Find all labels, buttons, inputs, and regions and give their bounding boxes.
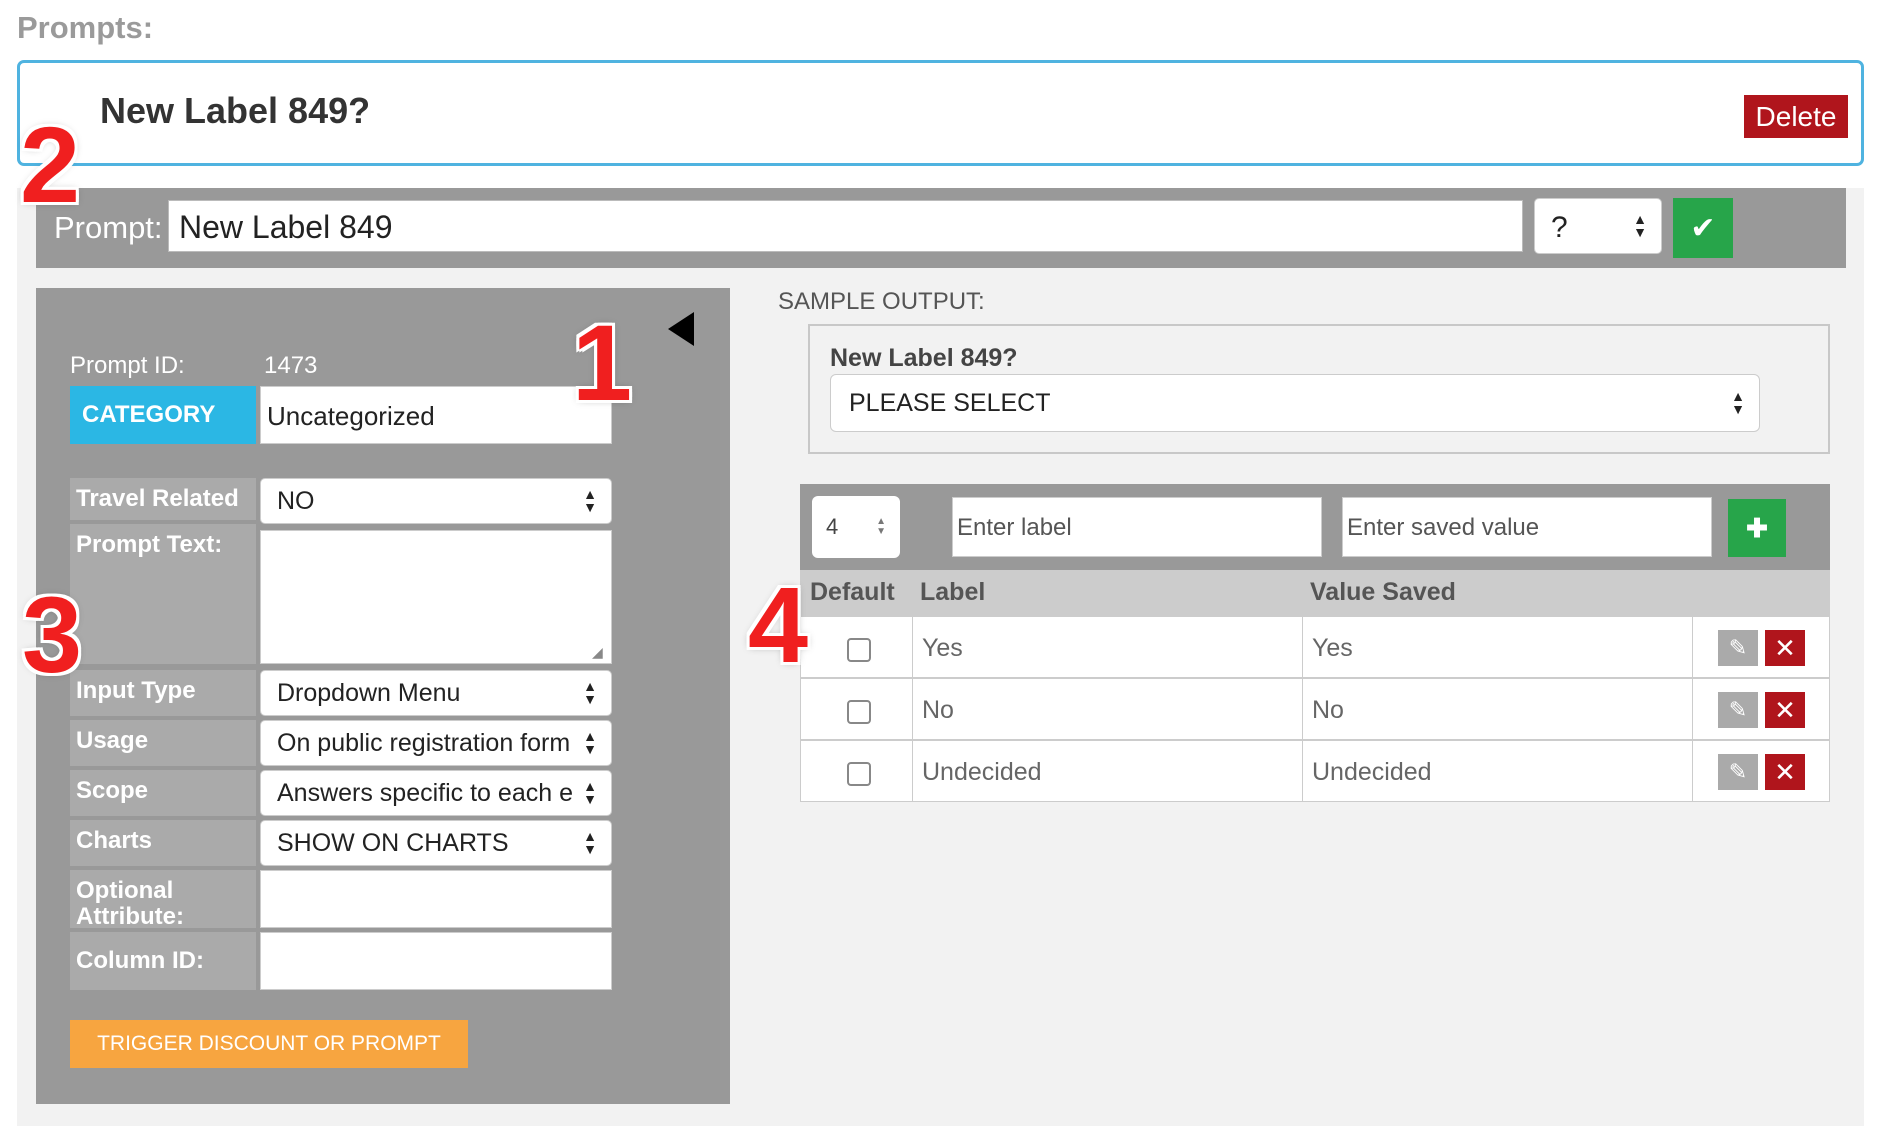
prompt-text-area[interactable] [260, 530, 612, 664]
select-arrows-icon: ▲ ▼ [876, 516, 886, 537]
input-type-select[interactable]: Dropdown Menu ▲ ▼ [260, 670, 612, 716]
prompt-id-value: 1473 [264, 352, 318, 379]
column-divider [1692, 678, 1693, 740]
collapse-panel-icon[interactable] [668, 312, 694, 346]
select-arrows-icon: ▲ ▼ [583, 828, 597, 857]
edit-row-button[interactable]: ✎ [1718, 630, 1758, 666]
row-value: Undecided [1312, 758, 1432, 786]
close-icon: ✕ [1774, 632, 1796, 663]
resize-handle-icon[interactable]: ◢ [592, 644, 603, 661]
select-arrows-icon: ▲ ▼ [1633, 211, 1647, 240]
pencil-icon: ✎ [1728, 697, 1748, 722]
select-arrows-icon: ▲ ▼ [583, 728, 597, 757]
usage-select[interactable]: On public registration form ▲ ▼ [260, 720, 612, 766]
row-label: No [922, 696, 954, 724]
category-button[interactable]: CATEGORY [70, 386, 256, 444]
default-checkbox[interactable] [847, 700, 871, 724]
column-header-default: Default [810, 578, 895, 606]
row-value: No [1312, 696, 1344, 724]
column-divider [1302, 740, 1303, 802]
close-icon: ✕ [1774, 756, 1796, 787]
column-id-label: Column ID: [70, 932, 256, 990]
plus-icon: ✚ [1746, 512, 1768, 543]
prompt-suffix-value: ? [1551, 211, 1568, 244]
select-arrows-icon: ▲ ▼ [583, 778, 597, 807]
usage-value: On public registration form [277, 729, 571, 757]
prompt-name-input[interactable]: New Label 849 [168, 200, 1523, 252]
column-divider [1302, 616, 1303, 678]
select-arrows-icon: ▲ ▼ [583, 486, 597, 515]
select-arrows-icon: ▲ ▼ [1731, 388, 1745, 417]
scope-select[interactable]: Answers specific to each e ▲ ▼ [260, 770, 612, 816]
option-label-input[interactable]: Enter label [952, 497, 1322, 557]
checkmark-icon: ✔ [1690, 211, 1716, 245]
column-divider [912, 616, 913, 678]
add-option-button[interactable]: ✚ [1728, 499, 1786, 557]
column-divider [1692, 740, 1693, 802]
edit-row-button[interactable]: ✎ [1718, 692, 1758, 728]
prompt-suffix-select[interactable]: ? ▲ ▼ [1534, 198, 1662, 254]
travel-related-label: Travel Related [70, 478, 256, 520]
charts-select[interactable]: SHOW ON CHARTS ▲ ▼ [260, 820, 612, 866]
default-checkbox[interactable] [847, 638, 871, 662]
section-heading: Prompts: [17, 10, 154, 45]
optional-attribute-label: Optional Attribute: [70, 870, 256, 930]
option-order-select[interactable]: 4 ▲ ▼ [812, 496, 900, 558]
column-header-label: Label [920, 578, 986, 606]
annotation-number: 4 [748, 564, 809, 685]
pencil-icon: ✎ [1728, 635, 1748, 660]
column-divider [912, 740, 913, 802]
charts-value: SHOW ON CHARTS [277, 829, 509, 857]
charts-label: Charts [70, 820, 256, 866]
column-id-input[interactable] [260, 932, 612, 990]
sample-select-value: PLEASE SELECT [849, 389, 1051, 417]
sample-question: New Label 849? [830, 344, 1018, 372]
row-label: Yes [922, 634, 963, 662]
sample-select[interactable]: PLEASE SELECT ▲ ▼ [830, 374, 1760, 432]
annotation-number: 3 [22, 574, 83, 695]
input-type-value: Dropdown Menu [277, 679, 461, 707]
save-prompt-button[interactable]: ✔ [1673, 198, 1733, 258]
option-value-input[interactable]: Enter saved value [1342, 497, 1712, 557]
scope-label: Scope [70, 770, 256, 816]
select-arrows-icon: ▲ ▼ [583, 678, 597, 707]
input-type-label: Input Type [70, 670, 256, 716]
option-order-value: 4 [826, 514, 839, 539]
prompt-card-title: New Label 849? [100, 90, 371, 131]
scope-value: Answers specific to each e [277, 779, 573, 807]
delete-row-button[interactable]: ✕ [1765, 692, 1805, 728]
prompt-text-label: Prompt Text: [70, 524, 256, 664]
delete-button[interactable]: Delete [1744, 95, 1848, 138]
close-icon: ✕ [1774, 694, 1796, 725]
usage-label: Usage [70, 720, 256, 766]
column-header-value: Value Saved [1310, 578, 1456, 606]
delete-row-button[interactable]: ✕ [1765, 754, 1805, 790]
row-value: Yes [1312, 634, 1353, 662]
delete-row-button[interactable]: ✕ [1765, 630, 1805, 666]
pencil-icon: ✎ [1728, 759, 1748, 784]
column-divider [912, 678, 913, 740]
sample-output-label: SAMPLE OUTPUT: [778, 288, 985, 315]
travel-related-select[interactable]: NO ▲ ▼ [260, 478, 612, 524]
edit-row-button[interactable]: ✎ [1718, 754, 1758, 790]
row-label: Undecided [922, 758, 1042, 786]
optional-attribute-input[interactable] [260, 870, 612, 928]
category-field[interactable]: Uncategorized [260, 386, 612, 444]
column-divider [1692, 616, 1693, 678]
column-divider [1302, 678, 1303, 740]
default-checkbox[interactable] [847, 762, 871, 786]
annotation-number: 1 [572, 302, 633, 423]
travel-related-value: NO [277, 487, 315, 515]
prompt-id-label: Prompt ID: [70, 352, 185, 379]
annotation-number: 2 [20, 104, 81, 225]
trigger-discount-button[interactable]: TRIGGER DISCOUNT OR PROMPT [70, 1020, 468, 1068]
